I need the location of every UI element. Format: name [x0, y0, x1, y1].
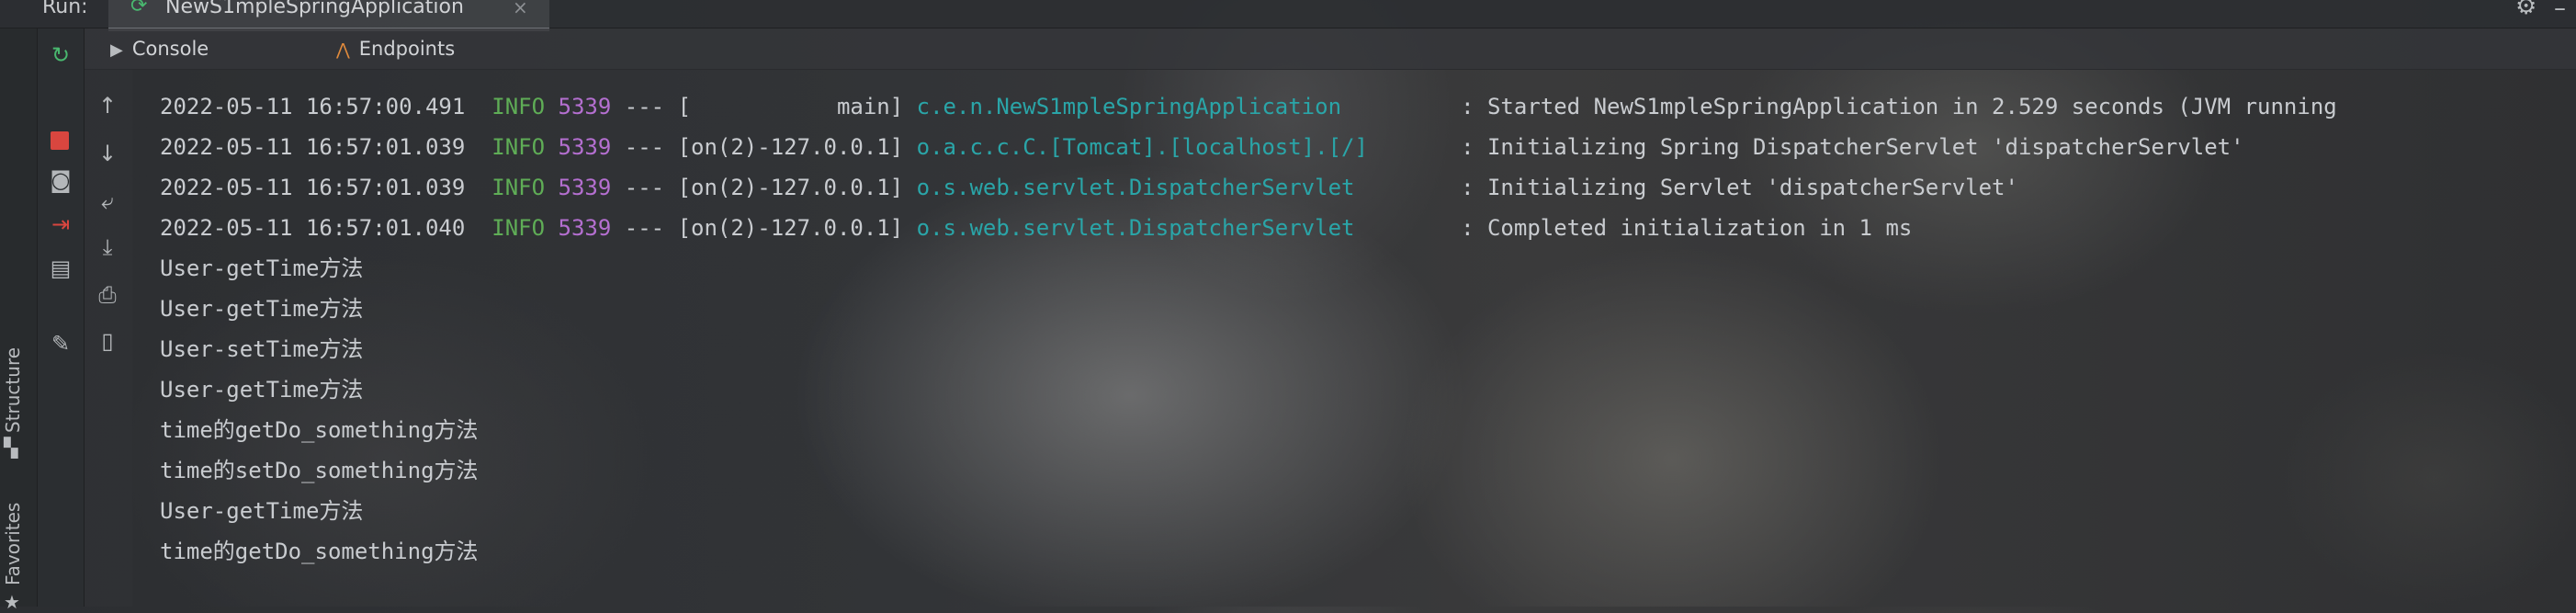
- log-timestamp: 2022-05-11 16:57:01.039: [160, 175, 466, 200]
- console-icon: ▶: [110, 40, 123, 60]
- endpoints-icon: ⋀: [336, 40, 350, 60]
- tab-endpoints-label: Endpoints: [358, 38, 456, 60]
- log-separator: ---: [624, 175, 665, 200]
- minus-icon[interactable]: –: [2554, 0, 2566, 22]
- log-level: INFO: [491, 134, 546, 160]
- log-thread: [on(2)-127.0.0.1]: [677, 134, 904, 160]
- log-line: 2022-05-11 16:57:01.040 INFO 5339 --- [o…: [160, 208, 1912, 248]
- soft-wrap-icon[interactable]: ⤶: [92, 186, 123, 217]
- tab-endpoints[interactable]: ⋀ Endpoints: [336, 28, 455, 69]
- log-logger[interactable]: o.s.web.servlet.DispatcherServlet: [917, 215, 1448, 241]
- log-separator: ---: [624, 215, 665, 241]
- output-line: User-getTime方法: [160, 296, 364, 322]
- close-icon[interactable]: ×: [513, 0, 528, 18]
- log-line: 2022-05-11 16:57:01.039 INFO 5339 --- [o…: [160, 127, 2244, 167]
- output-line: User-setTime方法: [160, 336, 364, 362]
- log-message: : Completed initialization in 1 ms: [1461, 215, 1913, 241]
- log-logger[interactable]: o.a.c.c.C.[Tomcat].[localhost].[/]: [917, 134, 1448, 160]
- output-line: time的setDo_something方法: [160, 458, 479, 483]
- run-toolwindow-header: Run: ⟳ NewS1mpleSpringApplication × ⚙ –: [0, 0, 2576, 31]
- run-tab-title: NewS1mpleSpringApplication: [165, 0, 464, 18]
- log-pid: 5339: [558, 134, 612, 160]
- print-icon[interactable]: ⎙: [92, 279, 123, 311]
- log-level: INFO: [491, 94, 546, 119]
- favorites-tab[interactable]: Favorites: [2, 503, 24, 585]
- pin-icon[interactable]: ✎: [45, 328, 76, 359]
- structure-tab[interactable]: Structure: [2, 347, 24, 433]
- left-tool-strip: Structure ▚ Favorites ★: [0, 28, 38, 613]
- console-output[interactable]: 2022-05-11 16:57:00.491 INFO 5339 --- [ …: [160, 86, 2576, 607]
- output-line: User-getTime方法: [160, 498, 364, 524]
- log-logger[interactable]: c.e.n.NewS1mpleSpringApplication: [917, 94, 1448, 119]
- console-tabs-bar: ▶ Console ⋀ Endpoints: [85, 28, 2576, 70]
- camera-icon[interactable]: ◙: [45, 165, 76, 196]
- log-line: 2022-05-11 16:57:01.039 INFO 5339 --- [o…: [160, 167, 2018, 208]
- rerun-icon[interactable]: ↻: [45, 40, 76, 71]
- log-separator: ---: [624, 94, 665, 119]
- log-message: : Initializing Servlet 'dispatcherServle…: [1461, 175, 2018, 200]
- run-label: Run:: [42, 0, 88, 18]
- stop-icon[interactable]: [51, 131, 69, 150]
- output-line: User-getTime方法: [160, 377, 364, 403]
- log-pid: 5339: [558, 215, 612, 241]
- trash-icon[interactable]: ▯: [92, 325, 123, 357]
- log-timestamp: 2022-05-11 16:57:01.039: [160, 134, 466, 160]
- output-line: time的getDo_something方法: [160, 539, 479, 564]
- run-configuration-tab[interactable]: ⟳ NewS1mpleSpringApplication ×: [108, 0, 549, 31]
- log-line: 2022-05-11 16:57:00.491 INFO 5339 --- [ …: [160, 86, 2337, 127]
- log-thread: [on(2)-127.0.0.1]: [677, 175, 904, 200]
- log-timestamp: 2022-05-11 16:57:01.040: [160, 215, 466, 241]
- layout-icon[interactable]: ▤: [45, 253, 76, 284]
- log-pid: 5339: [558, 175, 612, 200]
- log-thread: [on(2)-127.0.0.1]: [677, 215, 904, 241]
- down-arrow-icon[interactable]: ↓: [92, 138, 123, 169]
- run-actions-toolbar: ↻ ◙ ⇥ ▤ ✎: [38, 28, 85, 607]
- log-message: : Initializing Spring DispatcherServlet …: [1461, 134, 2244, 160]
- gear-icon[interactable]: ⚙: [2515, 0, 2536, 20]
- log-timestamp: 2022-05-11 16:57:00.491: [160, 94, 466, 119]
- tab-console-label: Console: [131, 38, 209, 60]
- tab-console[interactable]: ▶ Console: [105, 28, 214, 69]
- scroll-to-end-icon[interactable]: ⤓: [92, 232, 123, 263]
- exit-icon[interactable]: ⇥: [45, 209, 76, 240]
- log-pid: 5339: [558, 94, 612, 119]
- output-line: time的getDo_something方法: [160, 417, 479, 443]
- log-logger[interactable]: o.s.web.servlet.DispatcherServlet: [917, 175, 1448, 200]
- log-level: INFO: [491, 215, 546, 241]
- star-icon: ★: [4, 591, 20, 613]
- log-message: : Started NewS1mpleSpringApplication in …: [1461, 94, 2337, 119]
- log-thread: [ main]: [677, 94, 904, 119]
- output-line: User-getTime方法: [160, 255, 364, 281]
- log-level: INFO: [491, 175, 546, 200]
- up-arrow-icon[interactable]: ↑: [92, 90, 123, 121]
- console-actions-toolbar: ↑ ↓ ⤶ ⤓ ⎙ ▯: [85, 70, 132, 607]
- structure-icon: ▚: [4, 437, 18, 459]
- log-separator: ---: [624, 134, 665, 160]
- spring-boot-icon: ⟳: [130, 0, 148, 17]
